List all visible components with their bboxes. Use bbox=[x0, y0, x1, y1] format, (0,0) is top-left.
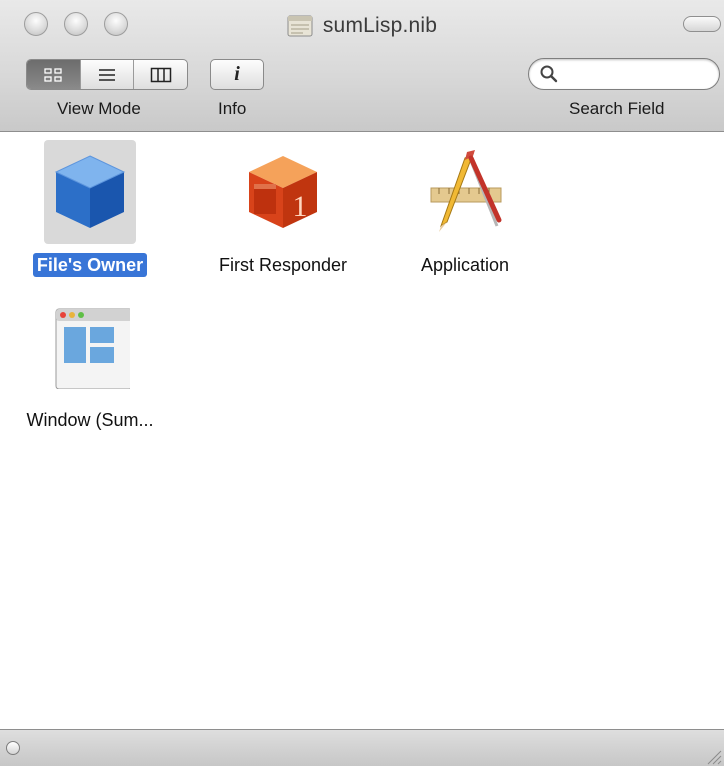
application-label: Application bbox=[420, 255, 510, 275]
view-mode-control[interactable] bbox=[26, 59, 188, 90]
list-view-button[interactable] bbox=[81, 60, 135, 89]
nib-window: sumLisp.nib i View Mode Info Search Fiel… bbox=[0, 0, 724, 766]
info-button[interactable]: i bbox=[210, 59, 264, 90]
column-view-button[interactable] bbox=[134, 60, 187, 89]
unified-toolbar: sumLisp.nib i View Mode Info Search Fiel… bbox=[0, 0, 724, 132]
icon-view-button[interactable] bbox=[27, 60, 81, 89]
first-responder-icon-box: 1 bbox=[237, 140, 329, 244]
list-view-icon bbox=[99, 68, 115, 81]
files-owner-label: File's Owner bbox=[0, 253, 180, 277]
window-title-group: sumLisp.nib bbox=[0, 12, 724, 40]
svg-text:1: 1 bbox=[293, 190, 308, 223]
search-field-label: Search Field bbox=[569, 99, 665, 118]
red-cube-icon: 1 bbox=[249, 156, 317, 228]
nib-file-icon bbox=[287, 15, 313, 37]
search-icon bbox=[540, 65, 558, 83]
nib-object-first-responder[interactable]: 1 First Responder bbox=[193, 132, 373, 292]
window-object-label: Window (Sum... bbox=[26, 410, 154, 430]
search-field[interactable] bbox=[528, 58, 720, 90]
blue-cube-icon bbox=[54, 155, 126, 228]
nib-objects-view: File's Owner 1 First Responder Applicati… bbox=[0, 132, 724, 729]
nib-object-files-owner[interactable]: File's Owner bbox=[0, 132, 180, 292]
application-icon-box bbox=[419, 140, 511, 244]
resize-grip-icon[interactable] bbox=[702, 745, 722, 765]
status-indicator-icon[interactable] bbox=[6, 741, 20, 755]
status-bar bbox=[0, 729, 724, 766]
view-mode-label: View Mode bbox=[57, 99, 141, 118]
window-icon bbox=[55, 308, 130, 389]
nib-object-window[interactable]: Window (Sum... bbox=[0, 287, 180, 447]
first-responder-label: First Responder bbox=[218, 255, 348, 275]
info-label: Info bbox=[218, 99, 247, 118]
files-owner-selection-box bbox=[44, 140, 136, 244]
window-icon-box bbox=[44, 295, 136, 399]
window-title: sumLisp.nib bbox=[322, 14, 438, 37]
nib-object-application[interactable]: Application bbox=[375, 132, 555, 292]
icon-view-icon bbox=[44, 67, 62, 82]
toolbar-toggle-button[interactable] bbox=[683, 16, 721, 32]
info-icon: i bbox=[234, 63, 240, 85]
column-view-icon bbox=[150, 67, 171, 82]
app-pencil-icon bbox=[430, 150, 502, 232]
